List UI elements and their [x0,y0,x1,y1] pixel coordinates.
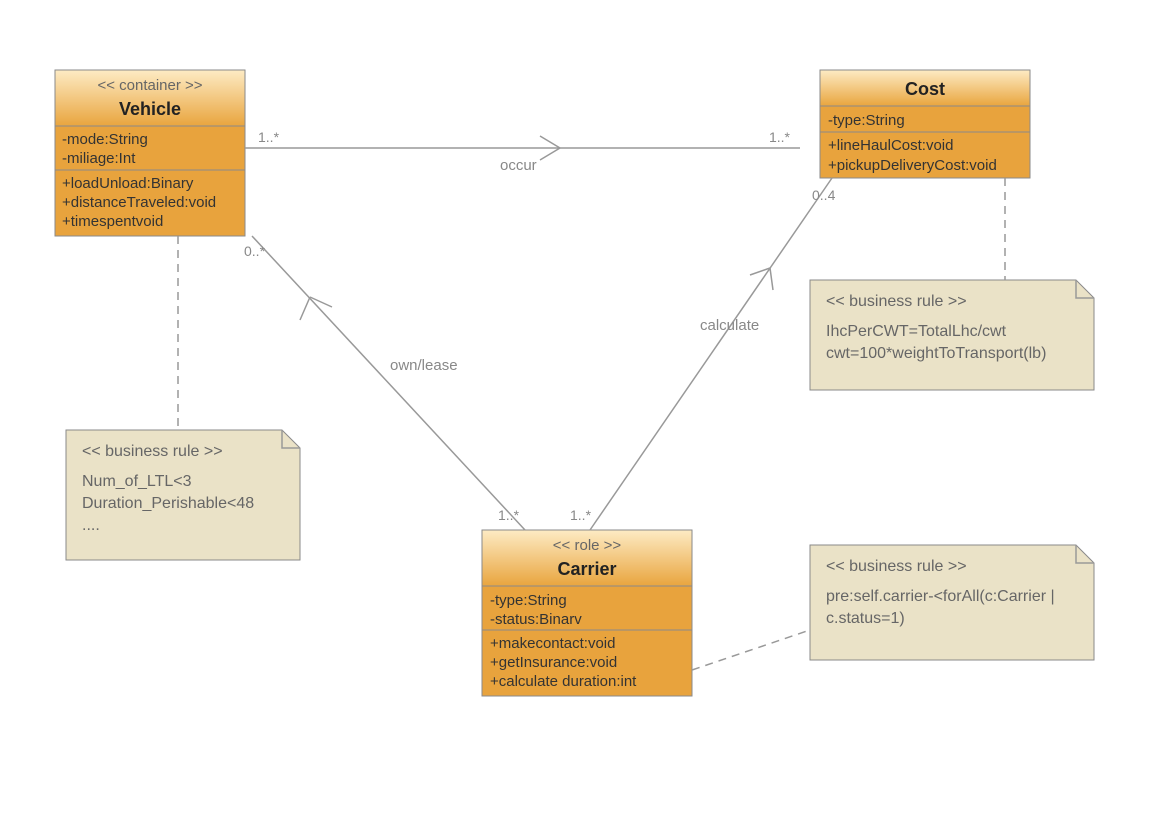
vehicle-name: Vehicle [119,99,181,119]
note-line: .... [82,517,100,534]
class-vehicle: << container >> Vehicle -mode:String -mi… [55,70,245,236]
assoc-mult: 0..4 [812,187,836,203]
vehicle-op: +distanceTraveled:void [62,194,216,211]
assoc-mult: 1..* [570,507,592,523]
vehicle-op: +timespentvoid [62,213,163,230]
note-anchor [692,630,810,670]
note-stereotype: << business rule >> [82,443,223,460]
carrier-name: Carrier [557,559,616,579]
carrier-op: +calculate duration:int [490,673,637,690]
assoc-mult: 1..* [769,129,791,145]
note-line: c.status=1) [826,610,905,627]
vehicle-stereotype: << container >> [97,77,202,94]
note-line: Num_of_LTL<3 [82,473,192,490]
carrier-op: +getInsurance:void [490,654,617,671]
note-line: cwt=100*weightToTransport(lb) [826,345,1046,362]
class-carrier: << role >> Carrier -type:String -status:… [482,530,692,696]
association-calculate: calculate 1..* 0..4 [570,178,836,530]
assoc-label: calculate [700,317,759,334]
carrier-attr: -type:String [490,592,567,609]
assoc-mult: 1..* [258,129,280,145]
cost-attr: -type:String [828,112,905,129]
assoc-label: own/lease [390,357,458,374]
cost-op: +pickupDeliveryCost:void [828,157,997,174]
note-line: Duration_Perishable<48 [82,495,254,512]
note-line: IhcPerCWT=TotalLhc/cwt [826,323,1007,340]
carrier-stereotype: << role >> [553,537,622,554]
note-stereotype: << business rule >> [826,558,967,575]
vehicle-attr: -miliage:Int [62,150,136,167]
vehicle-op: +loadUnload:Binary [62,175,194,192]
vehicle-attr: -mode:String [62,131,148,148]
cost-name: Cost [905,79,945,99]
cost-op: +lineHaulCost:void [828,137,954,154]
assoc-mult: 0..* [244,243,266,259]
carrier-attr: -status:Binarv [490,611,582,628]
assoc-label: occur [500,157,537,174]
note-stereotype: << business rule >> [826,293,967,310]
uml-diagram: << container >> Vehicle -mode:String -mi… [0,0,1158,826]
carrier-op: +makecontact:void [490,635,616,652]
assoc-mult: 1..* [498,507,520,523]
note-line: pre:self.carrier-<forAll(c:Carrier | [826,588,1055,605]
note-vehicle-rule: << business rule >> Num_of_LTL<3 Duratio… [66,430,300,560]
association-occur: occur 1..* 1..* [245,129,800,174]
note-cost-rule: << business rule >> IhcPerCWT=TotalLhc/c… [810,280,1094,390]
class-cost: Cost -type:String +lineHaulCost:void +pi… [820,70,1030,178]
note-carrier-rule: << business rule >> pre:self.carrier-<fo… [810,545,1094,660]
